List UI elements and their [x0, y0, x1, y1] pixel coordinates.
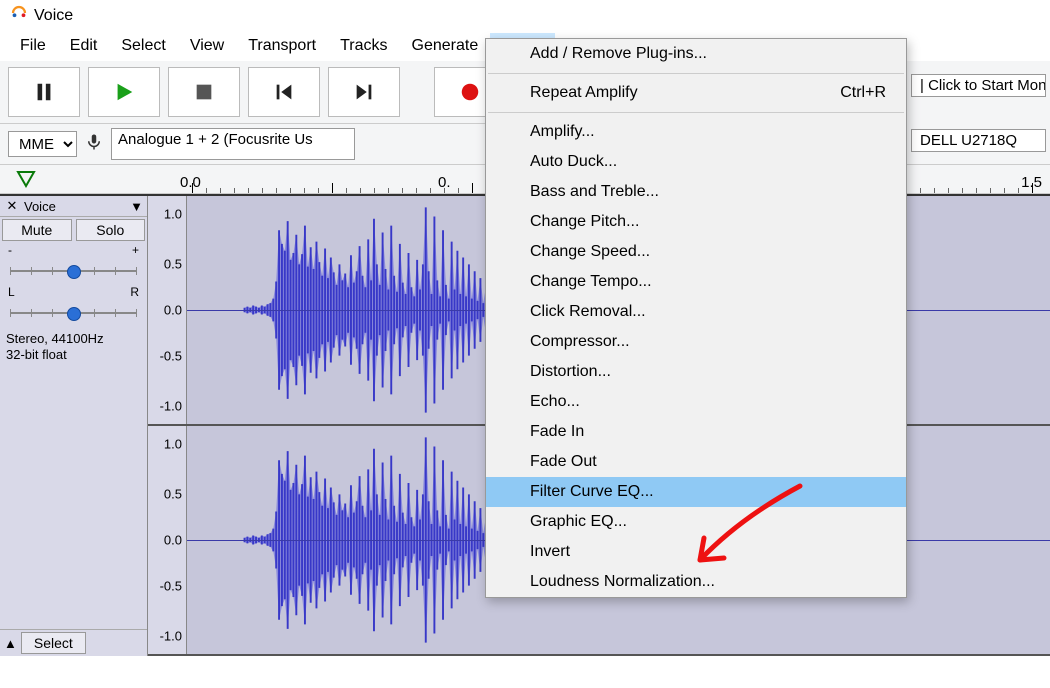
effect-graphic-eq[interactable]: Graphic EQ...	[486, 507, 906, 537]
collapse-icon[interactable]: ▲	[4, 636, 17, 651]
effect-filter-curve-eq[interactable]: Filter Curve EQ...	[486, 477, 906, 507]
track-control-panel: ✕ Voice ▼ Mute Solo - + L R Stereo, 44100H…	[0, 196, 148, 656]
effect-bass-and-treble[interactable]: Bass and Treble...	[486, 177, 906, 207]
track-menu-icon[interactable]: ▼	[130, 199, 143, 214]
window-title: Voice	[34, 7, 73, 25]
select-track-button[interactable]: Select	[21, 632, 86, 654]
mute-button[interactable]: Mute	[2, 219, 72, 241]
effect-repeat[interactable]: Repeat AmplifyCtrl+R	[486, 78, 906, 108]
menu-view[interactable]: View	[178, 33, 236, 59]
menu-transport[interactable]: Transport	[236, 33, 328, 59]
stop-button[interactable]	[168, 67, 240, 117]
microphone-icon	[85, 133, 103, 156]
effect-compressor[interactable]: Compressor...	[486, 327, 906, 357]
gain-max-label: +	[132, 243, 139, 257]
amplitude-scale: 1.00.50.0-0.5-1.0	[148, 196, 187, 424]
effect-distortion[interactable]: Distortion...	[486, 357, 906, 387]
menu-tracks[interactable]: Tracks	[328, 33, 399, 59]
playback-device-select[interactable]: DELL U2718Q	[911, 129, 1046, 152]
track-close-button[interactable]: ✕	[4, 198, 20, 214]
effect-echo[interactable]: Echo...	[486, 387, 906, 417]
audio-host-select[interactable]: MME	[8, 131, 77, 157]
skip-start-button[interactable]	[248, 67, 320, 117]
pause-button[interactable]	[8, 67, 80, 117]
effect-change-tempo[interactable]: Change Tempo...	[486, 267, 906, 297]
pan-right-label: R	[130, 285, 139, 299]
play-button[interactable]	[88, 67, 160, 117]
skip-end-button[interactable]	[328, 67, 400, 117]
track-name[interactable]: Voice	[24, 199, 126, 214]
monitor-button[interactable]: | Click to Start Mon	[911, 74, 1046, 97]
effect-add-remove-plugins[interactable]: Add / Remove Plug-ins...	[486, 39, 906, 69]
effect-auto-duck[interactable]: Auto Duck...	[486, 147, 906, 177]
effect-click-removal[interactable]: Click Removal...	[486, 297, 906, 327]
effect-loudness-normalization[interactable]: Loudness Normalization...	[486, 567, 906, 597]
menu-select[interactable]: Select	[109, 33, 177, 59]
gain-min-label: -	[8, 243, 12, 257]
recording-device-select[interactable]: Analogue 1 + 2 (Focusrite Us	[111, 128, 355, 160]
effect-fade-out[interactable]: Fade Out	[486, 447, 906, 477]
track-format-info: Stereo, 44100Hz32-bit float	[0, 327, 147, 366]
menu-file[interactable]: File	[8, 33, 58, 59]
effect-amplify[interactable]: Amplify...	[486, 117, 906, 147]
effect-invert[interactable]: Invert	[486, 537, 906, 567]
pan-slider[interactable]	[10, 305, 137, 321]
title-bar: Voice	[0, 0, 1050, 31]
amplitude-scale: 1.00.50.0-0.5-1.0	[148, 426, 187, 654]
menu-generate[interactable]: Generate	[400, 33, 491, 59]
menu-edit[interactable]: Edit	[58, 33, 110, 59]
effect-fade-in[interactable]: Fade In	[486, 417, 906, 447]
effect-change-pitch[interactable]: Change Pitch...	[486, 207, 906, 237]
app-icon	[10, 4, 28, 27]
gain-slider[interactable]	[10, 263, 137, 279]
solo-button[interactable]: Solo	[76, 219, 146, 241]
pan-left-label: L	[8, 285, 15, 299]
playhead-icon	[16, 170, 36, 193]
effect-menu-dropdown: Add / Remove Plug-ins... Repeat AmplifyCt…	[485, 38, 907, 598]
effect-change-speed[interactable]: Change Speed...	[486, 237, 906, 267]
